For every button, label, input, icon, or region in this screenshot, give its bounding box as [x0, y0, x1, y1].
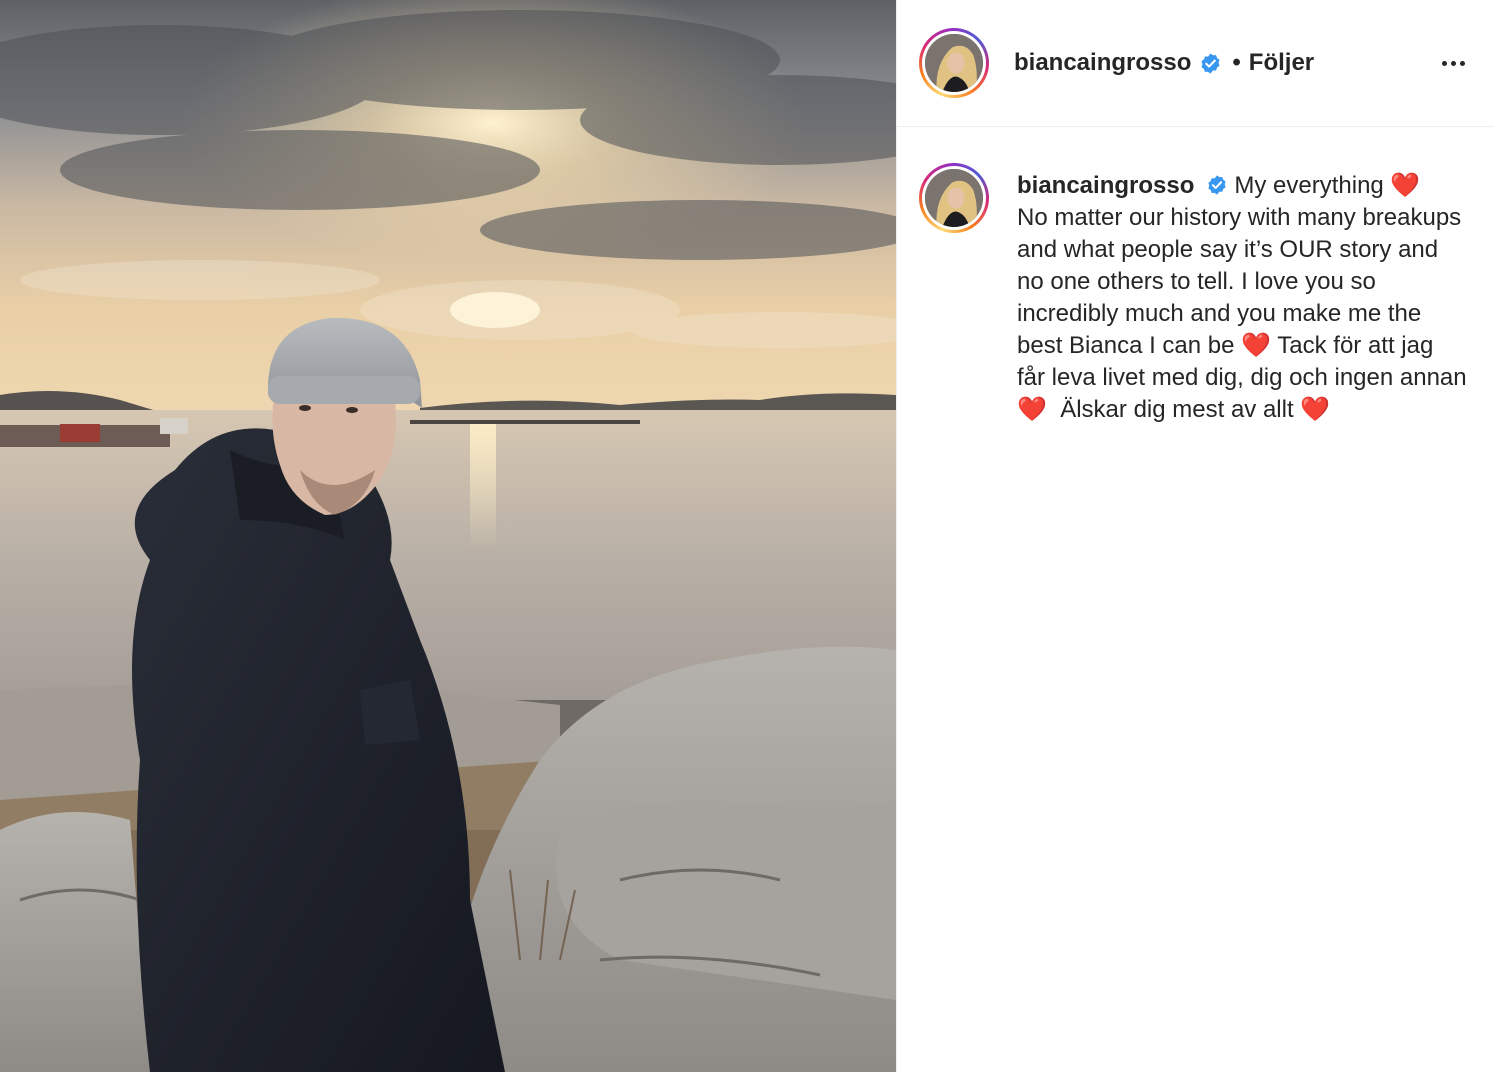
verified-badge-icon [1199, 52, 1222, 75]
header-user-line: biancaingrosso • Följer [1014, 48, 1314, 78]
post-image [0, 0, 896, 1072]
following-button[interactable]: Följer [1249, 49, 1314, 77]
avatar-image [925, 34, 983, 92]
caption-author-avatar[interactable] [919, 163, 989, 233]
post-photo[interactable] [0, 0, 896, 1072]
header-separator: • [1232, 49, 1241, 76]
caption-text: My everything ❤️ No matter our history w… [1017, 172, 1467, 423]
post-header: biancaingrosso • Följer [897, 0, 1494, 127]
author-username[interactable]: biancaingrosso [1014, 49, 1191, 77]
post-sidebar: biancaingrosso • Följer biancaingrosso M… [896, 0, 1494, 1072]
avatar-image [925, 169, 983, 227]
more-options-icon[interactable] [1433, 48, 1473, 78]
caption-body: biancaingrosso My everything ❤️ No matter… [1017, 170, 1467, 426]
caption-author-username[interactable]: biancaingrosso [1017, 172, 1194, 199]
verified-badge-icon [1206, 174, 1228, 196]
author-avatar[interactable] [919, 28, 989, 98]
